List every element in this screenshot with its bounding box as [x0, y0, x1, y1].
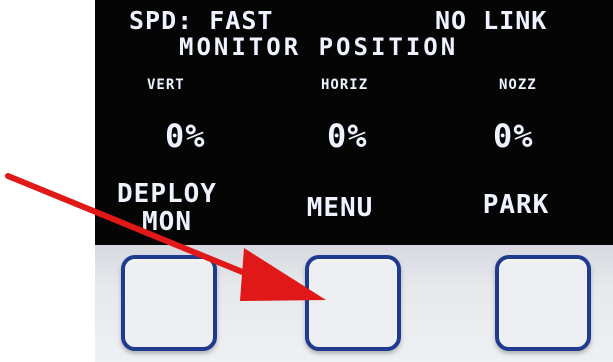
- deploy-mon-button[interactable]: [121, 255, 217, 351]
- horiz-value: 0%: [327, 117, 368, 155]
- speed-status: SPD: FAST: [129, 6, 274, 35]
- nozz-label: NOZZ: [499, 77, 537, 93]
- controller-stage: SPD: FAST NO LINK MONITOR POSITION VERT …: [0, 0, 613, 362]
- park-button[interactable]: [495, 255, 591, 351]
- vert-label: VERT: [147, 77, 185, 93]
- vert-value: 0%: [165, 117, 206, 155]
- horiz-label: HORIZ: [321, 77, 369, 93]
- lcd-display: SPD: FAST NO LINK MONITOR POSITION VERT …: [95, 0, 613, 245]
- menu-button[interactable]: [305, 255, 401, 351]
- keypad-panel: [95, 245, 613, 362]
- softkey-label-deploy-mon: DEPLOY MON: [117, 179, 217, 237]
- softkey-label-park: PARK: [482, 190, 550, 220]
- softkey-label-menu: MENU: [306, 193, 374, 223]
- nozz-value: 0%: [493, 117, 534, 155]
- link-status: NO LINK: [435, 6, 548, 35]
- screen-title: MONITOR POSITION: [179, 33, 459, 61]
